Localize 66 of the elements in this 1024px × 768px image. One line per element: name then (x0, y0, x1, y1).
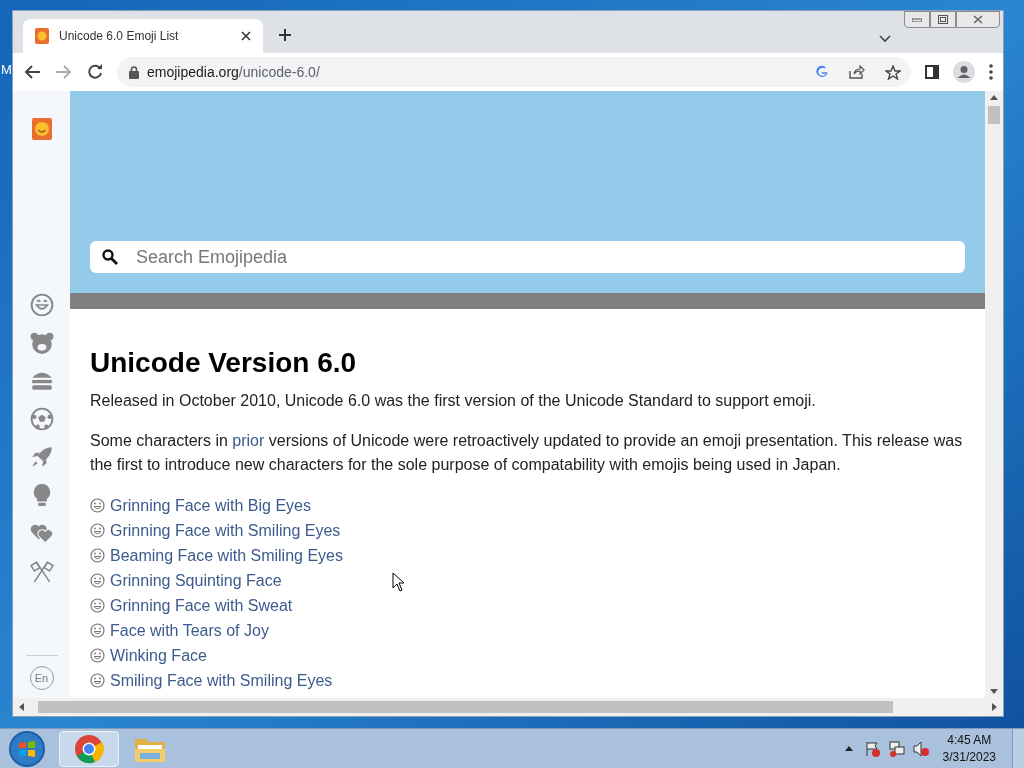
smiley-icon (90, 673, 105, 688)
soccer-ball-icon[interactable] (29, 407, 54, 431)
smiley-icon (90, 523, 105, 538)
side-panel-icon[interactable] (925, 65, 939, 79)
share-icon[interactable] (849, 65, 865, 79)
smiley-icon (90, 548, 105, 563)
browser-tab[interactable]: Unicode 6.0 Emoji List (23, 19, 263, 53)
google-icon[interactable] (815, 65, 829, 79)
start-button-icon[interactable] (8, 729, 46, 768)
emoji-link[interactable]: Grinning Squinting Face (110, 568, 282, 593)
back-icon[interactable] (23, 64, 41, 80)
flag-error-icon[interactable] (864, 740, 881, 757)
scroll-right-icon[interactable] (992, 703, 997, 711)
menu-icon[interactable] (989, 64, 993, 80)
clock[interactable]: 4:45 AM 3/31/2023 (942, 731, 996, 766)
network-error-icon[interactable] (888, 740, 905, 757)
description-paragraph: Some characters in prior versions of Unicode were retroactively updated to provide an emoji presentation. This release was the first to introduce new characters for the sole purpose of compatability with emojis being used in Japan. (90, 431, 964, 475)
scroll-thumb[interactable] (38, 701, 893, 713)
chevron-down-icon[interactable] (879, 35, 891, 43)
scroll-up-icon[interactable] (990, 95, 998, 100)
emoji-link[interactable]: Face with Tears of Joy (110, 618, 269, 643)
chrome-icon (74, 733, 104, 764)
restore-icon (938, 15, 948, 24)
minimize-icon (912, 17, 922, 22)
prior-link[interactable]: prior (232, 432, 265, 449)
bear-icon[interactable] (29, 331, 54, 355)
chrome-taskbar-button[interactable] (59, 730, 119, 767)
speaker-muted-icon[interactable] (912, 740, 929, 757)
emoji-link[interactable]: Smiling Face with Smiling Eyes (110, 668, 333, 693)
crossed-flags-icon[interactable] (29, 559, 54, 583)
smiley-icon (90, 498, 105, 513)
plus-icon (278, 28, 292, 42)
smiley-icon (90, 623, 105, 638)
restore-button[interactable] (930, 11, 956, 28)
close-icon[interactable] (241, 31, 251, 41)
mouse-cursor-icon (392, 572, 405, 592)
intro-paragraph: Released in October 2010, Unicode 6.0 was the first version of the Unicode Standard to support emoji. (90, 391, 817, 411)
emoji-link[interactable]: Winking Face (110, 643, 207, 668)
show-hidden-icons-icon[interactable] (844, 746, 853, 751)
smiley-icon (90, 598, 105, 613)
star-icon[interactable] (885, 64, 901, 80)
minimize-button[interactable] (904, 11, 930, 28)
lock-icon (129, 65, 139, 79)
desktop-icon-label: M (1, 61, 12, 79)
smiley-icon[interactable] (29, 293, 54, 317)
url-text: emojipedia.org/unicode-6.0/ (147, 62, 320, 82)
scroll-thumb[interactable] (988, 106, 1000, 124)
close-button[interactable] (956, 11, 1000, 28)
profile-icon[interactable] (953, 61, 975, 83)
scroll-down-icon[interactable] (990, 689, 998, 694)
reload-icon[interactable] (87, 64, 103, 80)
smiley-icon (90, 573, 105, 588)
address-bar[interactable]: emojipedia.org/unicode-6.0/ (117, 57, 911, 87)
emoji-link[interactable]: Beaming Face with Smiling Eyes (110, 543, 343, 568)
emojipedia-logo-icon (35, 28, 49, 44)
scroll-left-icon[interactable] (19, 703, 24, 711)
search-icon (102, 249, 118, 265)
page-heading: Unicode Version 6.0 (90, 347, 358, 379)
emojipedia-logo-icon[interactable] (30, 117, 53, 141)
emoji-link[interactable]: Grinning Face with Smiling Eyes (110, 518, 341, 543)
rocket-icon[interactable] (29, 445, 54, 469)
smiley-icon (90, 648, 105, 663)
emoji-link[interactable]: Grinning Face with Big Eyes (110, 493, 311, 518)
emoji-link[interactable]: Grinning Face with Sweat (110, 593, 293, 618)
close-icon (973, 15, 983, 24)
search-field[interactable]: Search Emojipedia (90, 241, 965, 273)
